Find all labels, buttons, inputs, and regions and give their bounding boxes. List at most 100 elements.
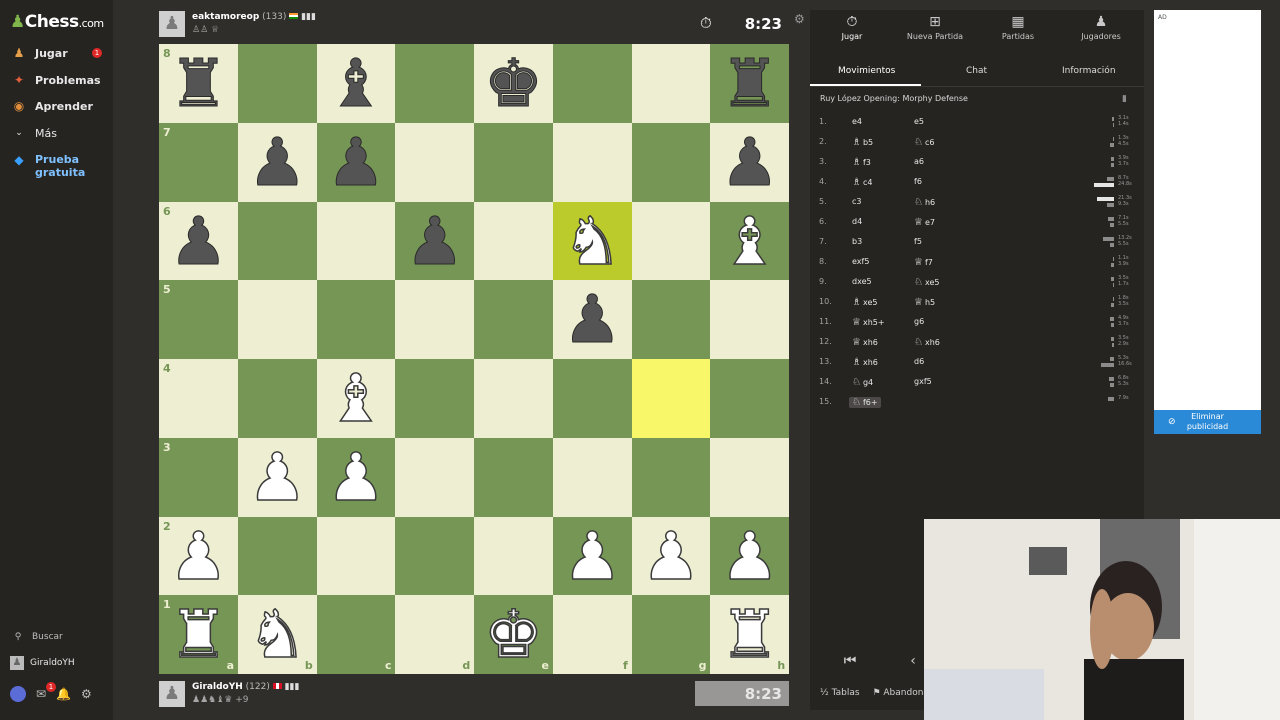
white-move[interactable]: dxe5 (852, 277, 872, 286)
bell-icon[interactable]: 🔔 (56, 687, 71, 701)
tab-jugar[interactable]: ⏱ Jugar (817, 14, 887, 41)
square-g3[interactable] (631, 437, 711, 517)
square-e8[interactable]: ♚ (474, 44, 553, 123)
subtab-chat[interactable]: Chat (966, 66, 987, 76)
square-b7[interactable]: ♟ (237, 122, 317, 202)
square-g1[interactable]: g (631, 595, 711, 675)
black-move[interactable]: d6 (914, 357, 924, 366)
player-avatar[interactable]: ♟ (159, 681, 185, 707)
square-a6[interactable]: ♟ 6 (159, 201, 238, 281)
square-c1[interactable]: c (316, 595, 396, 675)
square-b1[interactable]: ♞ b (237, 595, 317, 675)
square-d5[interactable] (395, 280, 475, 360)
black-move[interactable]: f6 (914, 177, 922, 186)
square-b8[interactable] (237, 44, 317, 123)
player-name[interactable]: GiraldoYH (192, 682, 243, 692)
black-move[interactable]: gxf5 (914, 377, 932, 386)
white-move[interactable]: ♗ xe5 (852, 297, 877, 308)
white-move[interactable]: ♗ xh6 (852, 357, 878, 368)
square-a5[interactable]: 5 (159, 280, 238, 360)
square-e5[interactable] (474, 280, 553, 360)
white-pawn-piece[interactable]: ♟ (238, 438, 317, 517)
remove-ads-button[interactable]: ⊘ Eliminar publicidad (1154, 410, 1261, 434)
board-settings-icon[interactable]: ⚙ (794, 12, 805, 26)
tab-jugadores[interactable]: ♟ Jugadores (1066, 14, 1136, 41)
tab-partidas[interactable]: ▦ Partidas (983, 14, 1053, 41)
square-f8[interactable] (552, 44, 632, 123)
square-g2[interactable]: ♟ (631, 516, 711, 596)
square-c5[interactable] (316, 280, 396, 360)
square-d2[interactable] (395, 516, 475, 596)
square-e4[interactable] (474, 359, 553, 438)
square-e2[interactable] (474, 516, 553, 596)
black-move[interactable]: e5 (914, 117, 924, 126)
square-f2[interactable]: ♟ (552, 516, 632, 596)
nav-item-aprender[interactable]: ◉ Aprender (10, 95, 93, 117)
square-e1[interactable]: ♚ e (474, 595, 553, 675)
square-f5[interactable]: ♟ (552, 280, 632, 360)
square-h4[interactable] (710, 359, 790, 438)
opponent-avatar[interactable]: ♟ (159, 11, 185, 37)
book-icon[interactable]: ▮ (1122, 94, 1127, 104)
black-move[interactable]: ♘ xh6 (914, 337, 940, 348)
black-pawn-piece[interactable]: ♟ (238, 123, 317, 202)
white-move[interactable]: ♕ xh5+ (852, 317, 885, 328)
square-c3[interactable]: ♟ (316, 437, 396, 517)
opening-name[interactable]: Ruy López Opening: Morphy Defense (820, 94, 968, 103)
white-move[interactable]: b3 (852, 237, 862, 246)
first-move-button[interactable]: ⏮ (830, 650, 870, 672)
square-h7[interactable]: ♟ (710, 122, 790, 202)
tab-nueva-partida[interactable]: ⊞ Nueva Partida (900, 14, 970, 41)
subtab-movimientos[interactable]: Movimientos (838, 66, 895, 76)
white-move[interactable]: ♘ f6+ (849, 397, 881, 408)
nav-item-prueba-gratuita[interactable]: ◆ Prueba gratuita (10, 153, 85, 181)
black-pawn-piece[interactable]: ♟ (395, 202, 474, 281)
black-move[interactable]: f5 (914, 237, 922, 246)
square-h8[interactable]: ♜ (710, 44, 790, 123)
black-rook-piece[interactable]: ♜ (159, 44, 238, 123)
square-d8[interactable] (395, 44, 475, 123)
black-move[interactable]: ♘ xe5 (914, 277, 939, 288)
square-g6[interactable] (631, 201, 711, 281)
square-d6[interactable]: ♟ (395, 201, 475, 281)
square-a3[interactable]: 3 (159, 437, 238, 517)
square-b3[interactable]: ♟ (237, 437, 317, 517)
square-c8[interactable]: ♝ (316, 44, 396, 123)
square-b2[interactable] (237, 516, 317, 596)
black-move[interactable]: ♕ e7 (914, 217, 935, 228)
white-move[interactable]: ♕ xh6 (852, 337, 878, 348)
search-link[interactable]: ⚲ Buscar (10, 632, 63, 642)
white-bishop-piece[interactable]: ♝ (317, 359, 396, 438)
white-pawn-piece[interactable]: ♟ (553, 517, 632, 596)
black-pawn-piece[interactable]: ♟ (317, 123, 396, 202)
nav-item-jugar[interactable]: ♟ Jugar (10, 42, 68, 64)
black-move[interactable]: ♘ c6 (914, 137, 934, 148)
white-move[interactable]: c3 (852, 197, 862, 206)
white-bishop-piece[interactable]: ♝ (710, 202, 789, 281)
square-d3[interactable] (395, 437, 475, 517)
square-a2[interactable]: ♟ 2 (159, 516, 238, 596)
square-e6[interactable] (474, 201, 553, 281)
square-b5[interactable] (237, 280, 317, 360)
nav-item-problemas[interactable]: ✦ Problemas (10, 69, 101, 91)
square-d7[interactable] (395, 122, 475, 202)
square-b6[interactable] (237, 201, 317, 281)
square-a8[interactable]: ♜ 8 (159, 44, 238, 123)
square-f3[interactable] (552, 437, 632, 517)
globe-icon[interactable] (10, 686, 26, 702)
mail-icon[interactable]: ✉ (36, 687, 46, 701)
square-g4[interactable] (631, 359, 711, 438)
white-move[interactable]: ♗ b5 (852, 137, 873, 148)
black-move[interactable]: ♘ h6 (914, 197, 935, 208)
black-king-piece[interactable]: ♚ (474, 44, 553, 123)
white-pawn-piece[interactable]: ♟ (317, 438, 396, 517)
black-move[interactable]: ♕ f7 (914, 257, 933, 268)
square-f7[interactable] (552, 122, 632, 202)
square-h5[interactable] (710, 280, 790, 360)
white-pawn-piece[interactable]: ♟ (159, 517, 238, 596)
square-a1[interactable]: ♜ 1 a (159, 595, 238, 675)
white-knight-piece[interactable]: ♞ (553, 202, 632, 281)
square-e7[interactable] (474, 122, 553, 202)
gear-icon[interactable]: ⚙ (81, 687, 92, 701)
square-f4[interactable] (552, 359, 632, 438)
